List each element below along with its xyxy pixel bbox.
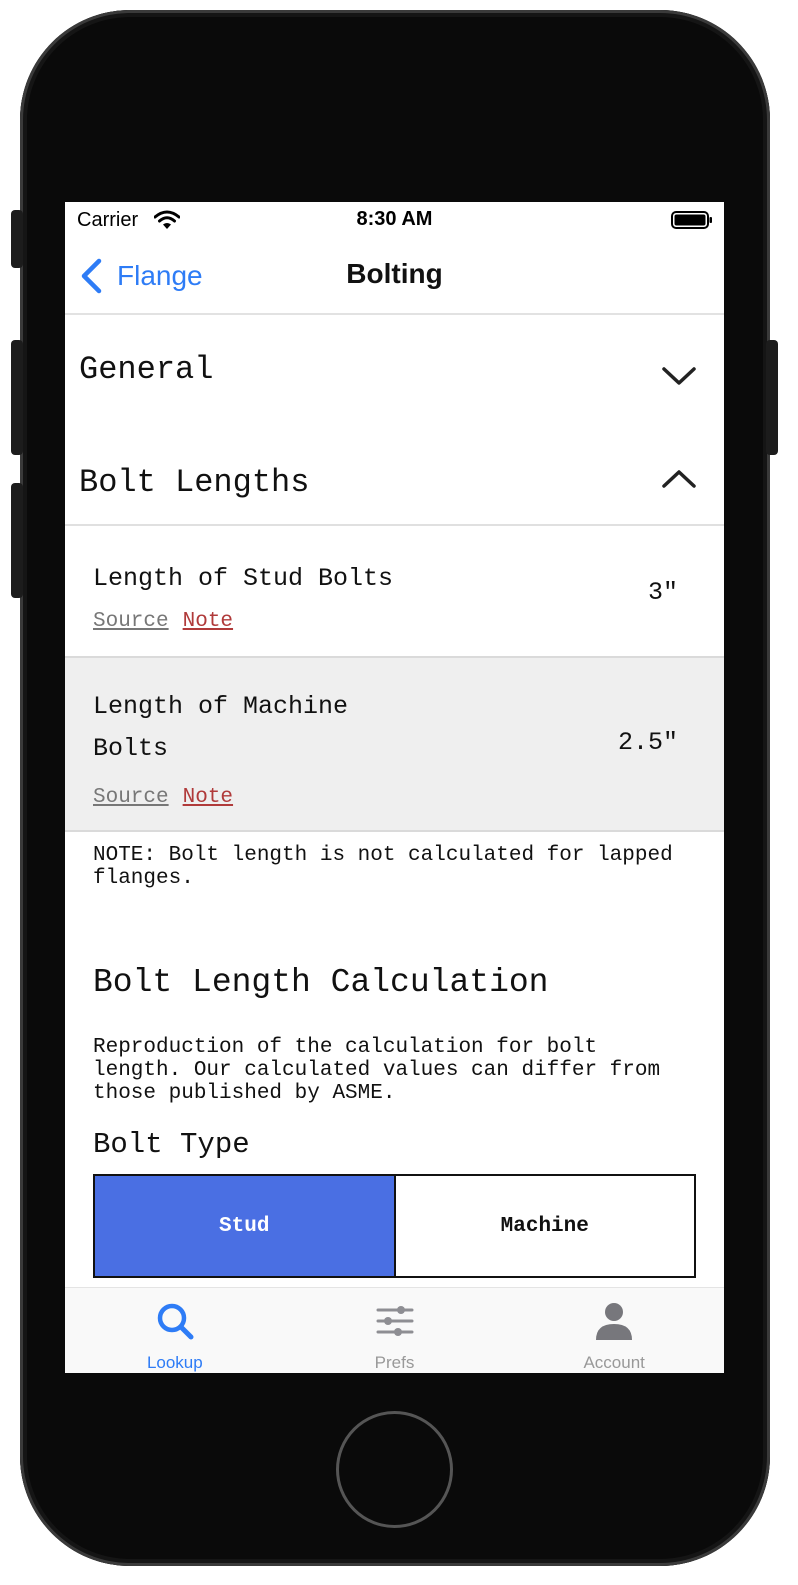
bolt-length-note: NOTE: Bolt length is not calculated for … [93,844,673,890]
list-item[interactable]: Length of Machine Bolts 2.5" Source Note [65,658,724,832]
row-label: Length of Stud Bolts [93,564,394,593]
page-title: Bolting [346,258,443,289]
tab-lookup[interactable]: Lookup [65,1288,285,1373]
row-label: Length of Machine Bolts [93,692,349,763]
tab-prefs[interactable]: Prefs [285,1288,505,1373]
volume-down-button [11,483,23,598]
section-header-bolt-lengths[interactable]: Bolt Lengths [65,430,724,526]
row-value: 2.5" [617,728,678,757]
note-link[interactable]: Note [183,610,233,633]
tab-label: Lookup [146,1353,203,1372]
section-title: Bolt Lengths [79,464,310,501]
home-button[interactable] [336,1411,453,1528]
person-icon [596,1303,633,1340]
calculation-heading: Bolt Length Calculation [93,964,549,1001]
chevron-up-icon [662,470,696,488]
tab-bar: Lookup Prefs Account [65,1287,724,1373]
list-item[interactable]: Length of Stud Bolts 3" Source Note [65,526,724,658]
segment-stud[interactable]: Stud [95,1176,396,1276]
search-icon [157,1303,194,1340]
row-links: Source Note [93,786,233,809]
section-title: General [79,351,214,388]
bolt-type-label: Bolt Type [93,1128,250,1161]
segment-machine[interactable]: Machine [395,1176,694,1276]
source-link[interactable]: Source [93,786,169,809]
section-header-general[interactable]: General [65,317,724,427]
battery-icon [671,211,712,229]
app-screen: Carrier 8:30 AM Flange Bolting General B… [65,202,724,1373]
sliders-icon [376,1306,413,1336]
tab-account[interactable]: Account [504,1288,724,1373]
chevron-down-icon [662,367,696,385]
tab-label: Prefs [374,1353,415,1372]
calculation-description: Reproduction of the calculation for bolt… [93,1036,661,1105]
source-link[interactable]: Source [93,610,169,633]
row-links: Source Note [93,610,233,633]
navigation-bar: Flange Bolting [65,238,724,315]
status-time: 8:30 AM [356,208,433,230]
status-bar: Carrier 8:30 AM [65,202,724,238]
note-link[interactable]: Note [183,786,233,809]
bolt-type-segmented-control: Stud Machine [93,1174,696,1278]
volume-up-button [11,340,23,455]
power-button [766,340,778,455]
mute-switch [11,210,23,268]
row-value: 3" [647,578,678,607]
tab-label: Account [583,1353,645,1372]
